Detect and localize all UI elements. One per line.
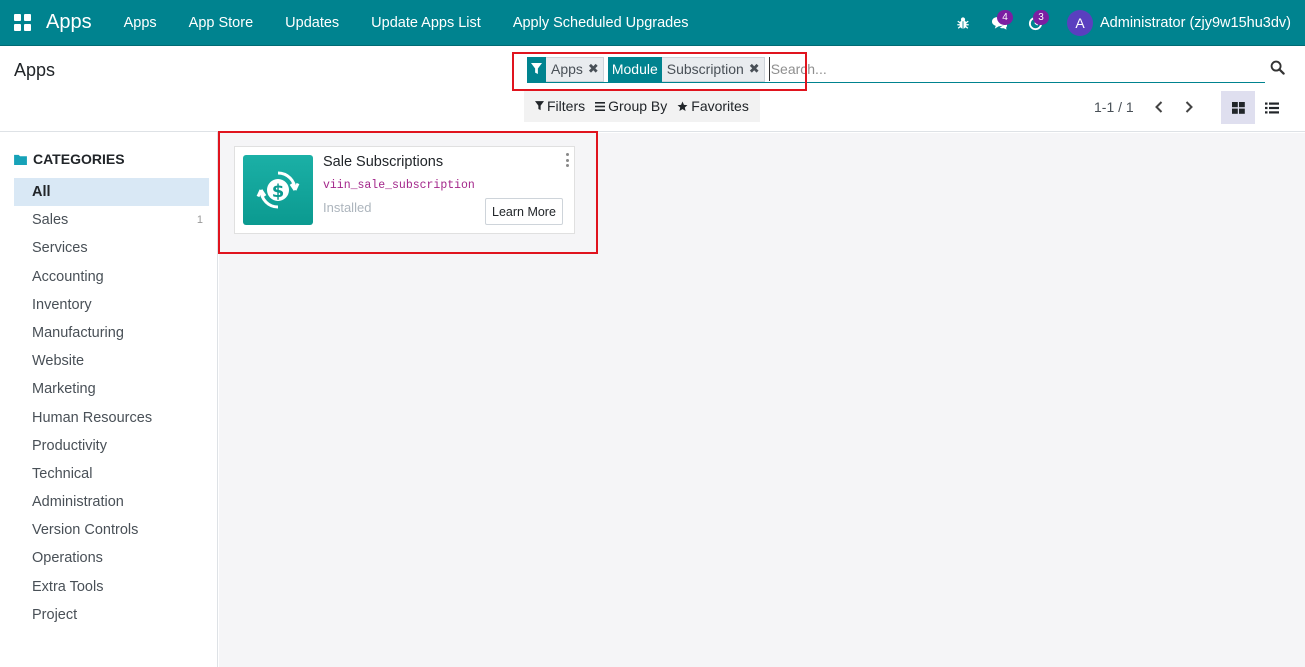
category-label: Marketing xyxy=(32,381,96,398)
pager-next-button[interactable] xyxy=(1176,95,1202,119)
category-sales[interactable]: Sales 1 xyxy=(14,206,209,234)
category-marketing[interactable]: Marketing xyxy=(14,375,209,403)
systray: 4 3 A Administrator (zjy9w15hu3dv) xyxy=(945,0,1305,46)
category-label: Project xyxy=(32,606,78,623)
category-all[interactable]: All xyxy=(14,178,209,207)
filter-icon xyxy=(535,101,544,111)
kanban-grid-icon xyxy=(1231,101,1245,114)
pager-value[interactable]: 1-1 / 1 xyxy=(1094,99,1134,115)
app-status: Installed xyxy=(323,200,372,215)
category-count: 1 xyxy=(196,214,203,227)
categories-header: CATEGORIES xyxy=(14,151,125,167)
menu-update-apps-list[interactable]: Update Apps List xyxy=(355,0,497,46)
category-inventory[interactable]: Inventory xyxy=(14,291,209,319)
category-label: Technical xyxy=(32,465,93,482)
activities-clock-icon[interactable]: 3 xyxy=(1017,0,1053,46)
messages-icon[interactable]: 4 xyxy=(981,0,1017,46)
category-list: All Sales 1 Services Accounting Inventory… xyxy=(14,178,209,629)
menu-apps[interactable]: Apps xyxy=(108,0,173,46)
remove-facet-icon[interactable]: ✖ xyxy=(588,61,599,77)
category-label: Manufacturing xyxy=(32,324,124,341)
debug-bug-icon[interactable] xyxy=(945,0,981,46)
app-brand[interactable]: Apps xyxy=(46,11,92,34)
view-switcher xyxy=(1221,91,1289,124)
folder-icon xyxy=(14,154,27,165)
category-website[interactable]: Website xyxy=(14,347,209,375)
facet-filter-value: Apps xyxy=(551,61,583,77)
group-by-button[interactable]: Group By xyxy=(590,91,672,121)
category-services[interactable]: Services xyxy=(14,234,209,262)
card-dropdown-icon[interactable] xyxy=(564,153,570,167)
learn-more-button[interactable]: Learn More xyxy=(485,198,563,225)
user-name: Administrator (zjy9w15hu3dv) xyxy=(1100,15,1291,31)
list-icon xyxy=(1265,102,1279,113)
top-navbar: Apps Apps App Store Updates Update Apps … xyxy=(0,0,1305,46)
category-label: Services xyxy=(32,240,88,257)
search-facet-module: Module Subscription ✖ xyxy=(607,56,765,82)
categories-sidebar: CATEGORIES All Sales 1 Services Accountin… xyxy=(0,132,218,667)
control-panel: Apps Apps ✖ Module Subscription ✖ Filter… xyxy=(0,46,1305,132)
svg-text:$: $ xyxy=(272,181,285,202)
grid-icon xyxy=(13,14,31,31)
chevron-left-icon xyxy=(1155,101,1163,113)
filters-button[interactable]: Filters xyxy=(530,91,590,121)
dollar-refresh-icon: $ xyxy=(243,155,313,225)
star-icon xyxy=(677,101,688,111)
messages-count-badge: 4 xyxy=(997,10,1013,25)
categories-header-label: CATEGORIES xyxy=(33,151,125,167)
list-view-button[interactable] xyxy=(1255,91,1289,124)
category-label: Administration xyxy=(32,494,124,511)
category-label: Inventory xyxy=(32,296,92,313)
facet-module-label: Module xyxy=(607,56,662,82)
category-label: Website xyxy=(32,353,85,370)
facet-module-value: Subscription xyxy=(666,61,744,77)
app-technical-name: viin_sale_subscription xyxy=(323,179,475,192)
category-label: Human Resources xyxy=(32,409,153,426)
category-project[interactable]: Project xyxy=(14,601,209,629)
filter-funnel-icon xyxy=(527,56,546,82)
app-card[interactable]: $ Sale Subscriptions viin_sale_subscript… xyxy=(234,146,575,234)
user-menu[interactable]: A Administrator (zjy9w15hu3dv) xyxy=(1053,0,1305,46)
breadcrumb: Apps xyxy=(14,60,56,80)
category-productivity[interactable]: Productivity xyxy=(14,432,209,460)
search-icon[interactable] xyxy=(1270,60,1288,78)
menu-apply-scheduled-upgrades[interactable]: Apply Scheduled Upgrades xyxy=(497,0,705,46)
category-technical[interactable]: Technical xyxy=(14,460,209,488)
menu-updates[interactable]: Updates xyxy=(269,0,355,46)
app-name: Sale Subscriptions xyxy=(323,154,444,170)
chevron-right-icon xyxy=(1185,101,1193,113)
activities-count-badge: 3 xyxy=(1033,10,1049,25)
filters-label: Filters xyxy=(547,98,586,114)
favorites-label: Favorites xyxy=(691,98,749,114)
category-label: Extra Tools xyxy=(32,578,104,595)
avatar: A xyxy=(1067,10,1093,36)
category-label: Productivity xyxy=(32,437,107,454)
category-accounting[interactable]: Accounting xyxy=(14,263,209,291)
category-administration[interactable]: Administration xyxy=(14,488,209,516)
bars-icon xyxy=(595,101,606,111)
category-label: Version Controls xyxy=(32,522,139,539)
category-label: All xyxy=(32,184,51,200)
search-input[interactable] xyxy=(768,57,1265,81)
app-menu-toggle[interactable] xyxy=(0,0,44,46)
group-by-label: Group By xyxy=(608,98,668,114)
search-facet-filter: Apps ✖ xyxy=(527,56,604,82)
category-version-controls[interactable]: Version Controls xyxy=(14,516,209,544)
kanban-view-button[interactable] xyxy=(1221,91,1255,124)
remove-facet-icon[interactable]: ✖ xyxy=(749,61,760,77)
search-bar: Apps ✖ Module Subscription ✖ xyxy=(527,56,1265,83)
kanban-view: $ Sale Subscriptions viin_sale_subscript… xyxy=(219,133,1305,667)
category-human-resources[interactable]: Human Resources xyxy=(14,404,209,432)
category-label: Operations xyxy=(32,550,103,567)
category-label: Accounting xyxy=(32,268,104,285)
favorites-button[interactable]: Favorites xyxy=(672,91,754,121)
search-options: Filters Group By Favorites xyxy=(524,90,760,122)
pager-previous-button[interactable] xyxy=(1146,95,1172,119)
category-manufacturing[interactable]: Manufacturing xyxy=(14,319,209,347)
menu-app-store[interactable]: App Store xyxy=(173,0,270,46)
category-extra-tools[interactable]: Extra Tools xyxy=(14,573,209,601)
category-operations[interactable]: Operations xyxy=(14,544,209,572)
category-label: Sales xyxy=(32,212,69,229)
